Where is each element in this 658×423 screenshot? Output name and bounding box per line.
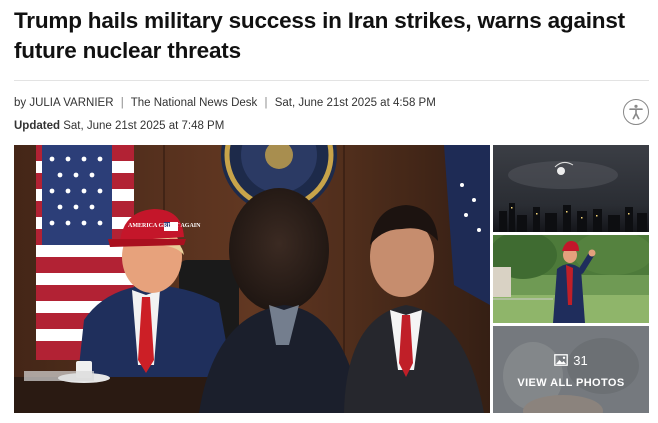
divider [14, 80, 649, 81]
byline-separator: | [264, 97, 268, 109]
accessibility-button[interactable] [623, 99, 649, 125]
byline: by JULIA VARNIER | The National News Des… [14, 97, 436, 109]
photo-gallery: AMERICA GREAT AGAIN 31 VIEW ALL PHOTOS [14, 145, 649, 413]
byline-separator: | [120, 97, 124, 109]
author-link[interactable]: JULIA VARNIER [29, 97, 113, 109]
image-icon [554, 354, 569, 366]
byline-prefix: by [14, 97, 27, 109]
article-headline: Trump hails military success in Iran str… [14, 8, 625, 63]
photo-overlay: 31 VIEW ALL PHOTOS [493, 326, 649, 413]
gallery-thumbnail-night-sky[interactable] [493, 145, 649, 232]
hat-text: AMERICA GREAT AGAIN [128, 223, 201, 229]
view-all-photos-tile[interactable]: 31 VIEW ALL PHOTOS [493, 326, 649, 413]
hero-photo[interactable]: AMERICA GREAT AGAIN [14, 145, 490, 413]
photo-count: 31 [554, 352, 588, 368]
updated-line: Updated Sat, June 21st 2025 at 7:48 PM [14, 120, 224, 132]
accessibility-icon [629, 104, 643, 120]
publish-date: Sat, June 21st 2025 at 4:58 PM [274, 97, 436, 109]
photo-count-value: 31 [573, 352, 588, 368]
updated-date: Sat, June 21st 2025 at 7:48 PM [63, 120, 225, 132]
outlet-name: The National News Desk [130, 97, 258, 109]
updated-label: Updated [14, 120, 60, 132]
view-all-photos-label[interactable]: VIEW ALL PHOTOS [517, 377, 624, 389]
gallery-thumbnail-trump-fist[interactable] [493, 235, 649, 323]
